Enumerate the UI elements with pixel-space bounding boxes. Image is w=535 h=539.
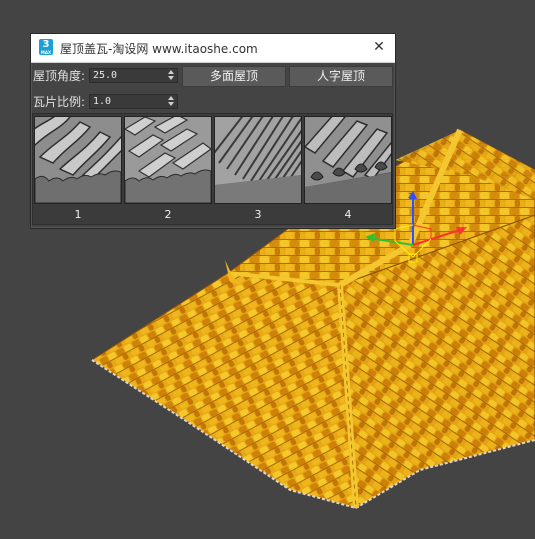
tile-ratio-value[interactable]: 1.0 — [93, 95, 111, 109]
tile-style-1-number: 1 — [74, 208, 82, 221]
spinner-arrows-icon[interactable] — [167, 95, 175, 108]
multi-face-roof-button[interactable]: 多面屋顶 — [182, 66, 286, 87]
tile-style-2-thumbnail[interactable] — [124, 116, 212, 204]
pivot-box[interactable] — [408, 253, 418, 263]
tile-style-1-thumbnail[interactable] — [34, 116, 122, 204]
tile-ratio-spinner[interactable]: 1.0 — [89, 94, 178, 109]
dialog-titlebar[interactable]: 3 MAX 屋顶盖瓦-淘设网 www.itaoshe.com ✕ — [31, 34, 395, 63]
spinner-arrows-icon[interactable] — [167, 69, 175, 82]
tile-style-4-number: 4 — [344, 208, 352, 221]
tile-ratio-label: 瓦片比例: — [33, 95, 86, 109]
3dsmax-logo-icon: 3 MAX — [39, 39, 53, 55]
z-axis-label: z — [408, 191, 413, 201]
roof-tile-dialog: 3 MAX 屋顶盖瓦-淘设网 www.itaoshe.com ✕ 屋顶角度: 25… — [30, 33, 396, 229]
tile-style-3-thumbnail[interactable] — [214, 116, 302, 204]
x-axis[interactable] — [412, 228, 464, 246]
roof-angle-label: 屋顶角度: — [33, 69, 86, 83]
dialog-title: 屋顶盖瓦-淘设网 www.itaoshe.com — [60, 42, 258, 56]
gable-roof-button[interactable]: 人字屋顶 — [289, 66, 393, 87]
y-axis-label: y — [359, 228, 365, 238]
x-axis-label: x — [460, 221, 466, 231]
close-icon[interactable]: ✕ — [369, 37, 389, 57]
roof-angle-spinner[interactable]: 25.0 — [89, 68, 178, 83]
tile-style-3-number: 3 — [254, 208, 262, 221]
tile-style-4-thumbnail[interactable] — [304, 116, 392, 204]
roof-angle-value[interactable]: 25.0 — [93, 69, 117, 83]
tile-style-2-number: 2 — [164, 208, 172, 221]
y-axis[interactable] — [368, 237, 414, 246]
tile-style-gallery: 1 2 3 4 — [32, 113, 393, 225]
